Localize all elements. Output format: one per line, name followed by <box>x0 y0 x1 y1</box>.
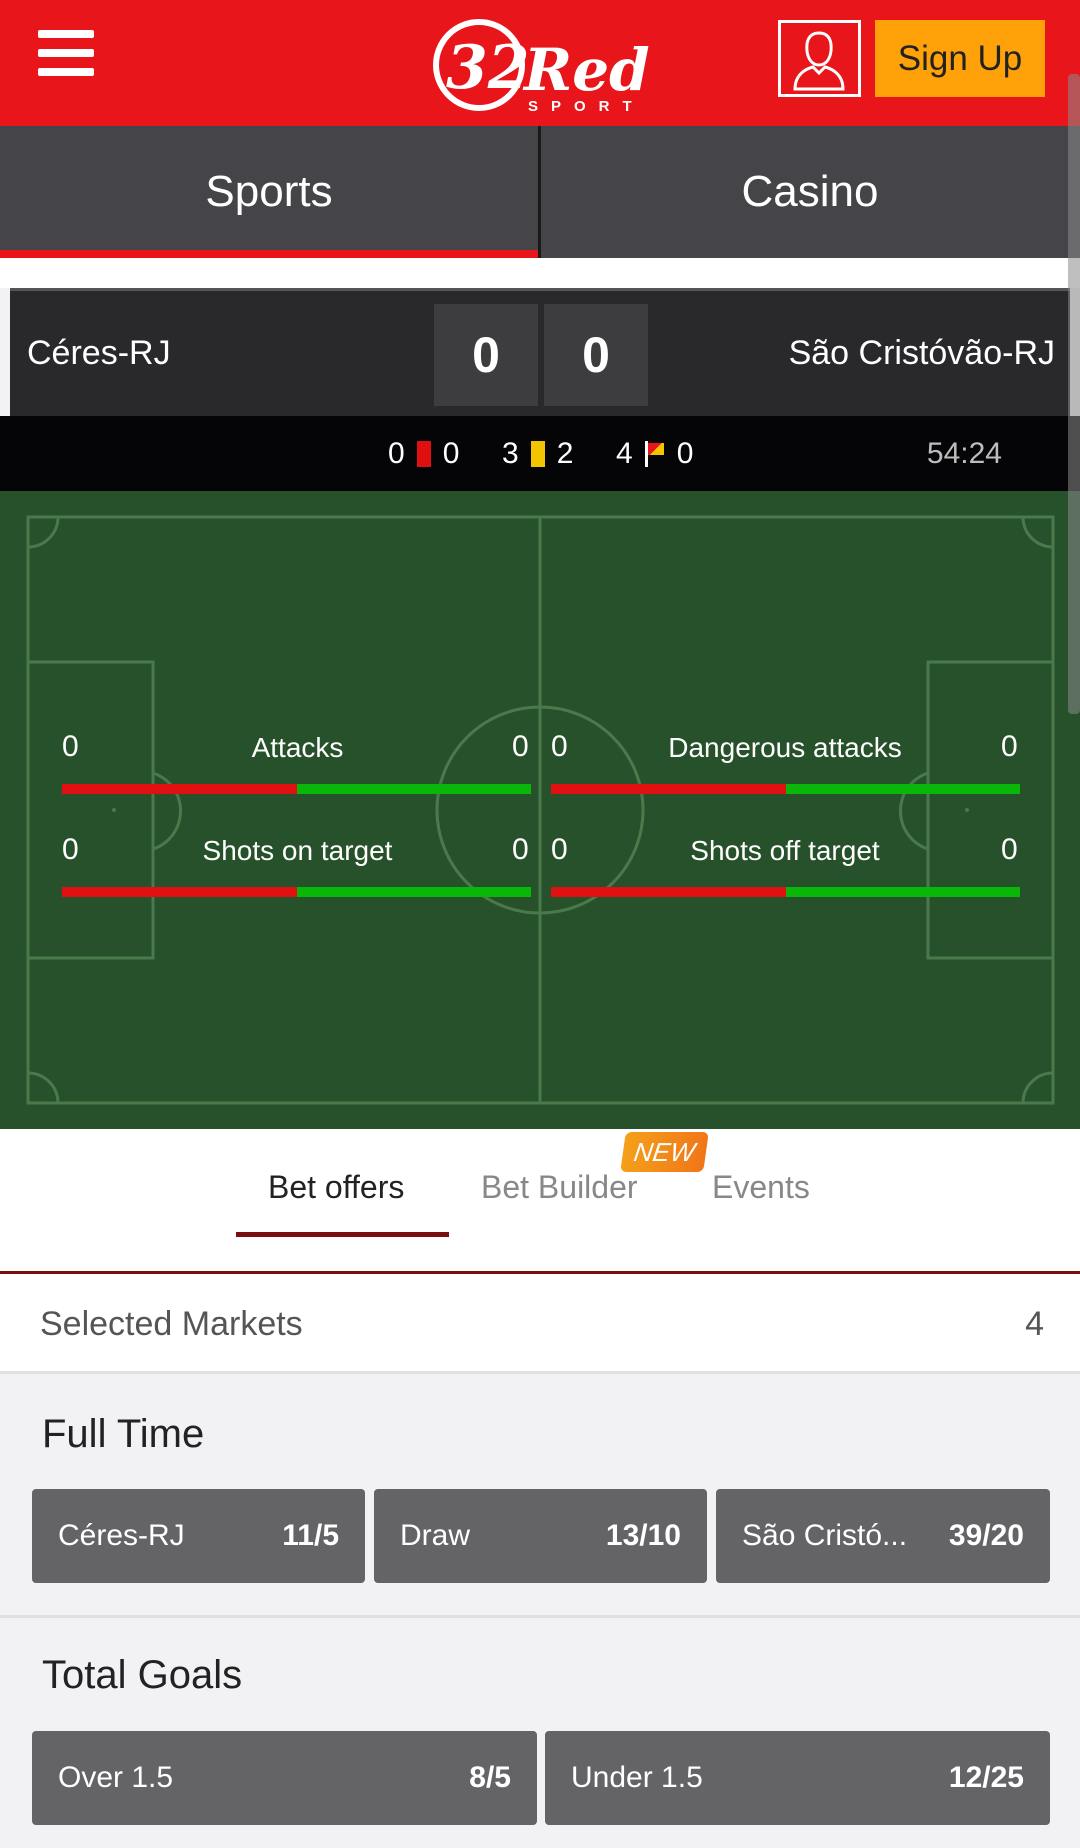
odds-button-home[interactable]: Céres-RJ 11/5 <box>32 1489 365 1583</box>
top-header: 32 Red SPORT Sign Up <box>0 0 1080 126</box>
account-button[interactable] <box>778 20 861 97</box>
corners-stat: 4 0 <box>616 416 693 491</box>
attacks-bar <box>62 784 531 794</box>
svg-text:Red: Red <box>522 36 650 104</box>
market-separator <box>0 1615 1080 1618</box>
shots-on-target-bar-home <box>62 887 297 897</box>
selected-markets-row[interactable]: Selected Markets 4 <box>0 1274 1080 1374</box>
odds-label: Draw <box>400 1519 471 1552</box>
selected-markets-label: Selected Markets <box>40 1304 303 1343</box>
home-yellow-cards: 3 <box>502 436 519 470</box>
home-corners: 4 <box>616 436 633 470</box>
odds-button-away[interactable]: São Cristó... 39/20 <box>716 1489 1050 1583</box>
home-team-name: Céres-RJ <box>27 334 171 372</box>
odds-label: Under 1.5 <box>571 1761 703 1794</box>
away-score: 0 <box>544 304 648 406</box>
attacks-bar-home <box>62 784 297 794</box>
shots-on-target-home: 0 <box>62 833 79 866</box>
tab-bet-builder[interactable]: Bet Builder <box>481 1169 638 1206</box>
shots-off-target-label: Shots off target <box>690 835 880 866</box>
selected-markets-count: 4 <box>1025 1304 1044 1343</box>
match-stats-bar: 0 0 3 2 4 0 54:24 <box>0 416 1080 491</box>
shots-on-target-away: 0 <box>512 833 529 866</box>
new-badge: NEW <box>620 1132 709 1172</box>
full-time-title: Full Time <box>42 1412 205 1456</box>
menu-icon[interactable] <box>38 30 96 76</box>
tab-events[interactable]: Events <box>712 1169 810 1206</box>
shots-off-target-away: 0 <box>1001 833 1018 866</box>
attacks-away: 0 <box>512 730 529 763</box>
shots-off-target-bar <box>551 887 1020 897</box>
odds-button-under[interactable]: Under 1.5 12/25 <box>545 1731 1050 1825</box>
red-card-icon <box>416 440 431 467</box>
dangerous-attacks-label: Dangerous attacks <box>668 732 902 763</box>
logo-subtitle: SPORT <box>528 98 645 115</box>
yellow-card-icon <box>530 440 545 467</box>
odds-price: 13/10 <box>605 1519 681 1552</box>
dangerous-attacks-bar <box>551 784 1020 794</box>
shots-off-target-home: 0 <box>551 833 568 866</box>
pitch-visualization: 0 Attacks 0 0 Dangerous attacks 0 0 Shot… <box>0 491 1080 1129</box>
home-red-cards: 0 <box>388 436 405 470</box>
shots-off-target-bar-home <box>551 887 786 897</box>
attacks-home: 0 <box>62 730 79 763</box>
signup-button[interactable]: Sign Up <box>875 20 1045 97</box>
tab-bet-offers[interactable]: Bet offers <box>268 1169 404 1206</box>
away-red-cards: 0 <box>442 436 460 470</box>
away-yellow-cards: 2 <box>556 436 574 470</box>
corner-flag-icon <box>643 440 667 467</box>
odds-price: 12/25 <box>948 1761 1024 1794</box>
yellow-cards-stat: 3 2 <box>502 416 573 491</box>
svg-text:32: 32 <box>446 33 530 103</box>
match-clock: 54:24 <box>926 436 1002 470</box>
dangerous-attacks-away: 0 <box>1001 730 1018 763</box>
odds-price: 8/5 <box>469 1761 511 1794</box>
dangerous-attacks-home: 0 <box>551 730 568 763</box>
user-icon <box>793 31 845 91</box>
attacks-bar-away <box>296 784 531 794</box>
home-score: 0 <box>434 304 538 406</box>
shots-on-target-bar <box>62 887 531 897</box>
spacer <box>0 258 1080 288</box>
dangerous-attacks-bar-home <box>551 784 786 794</box>
scrollbar[interactable] <box>1068 74 1080 714</box>
odds-button-draw[interactable]: Draw 13/10 <box>374 1489 707 1583</box>
dangerous-attacks-bar-away <box>785 784 1020 794</box>
odds-label: São Cristó... <box>742 1519 908 1552</box>
total-goals-title: Total Goals <box>42 1653 243 1697</box>
main-nav-tabs: Sports Casino <box>0 126 1080 258</box>
tab-casino[interactable]: Casino <box>540 126 1080 258</box>
odds-label: Over 1.5 <box>58 1761 174 1794</box>
shots-on-target-bar-away <box>296 887 531 897</box>
shots-on-target-label: Shots on target <box>202 835 393 866</box>
bet-tabs: Bet offers Bet Builder Events <box>0 1129 1080 1273</box>
away-team-name: São Cristóvão-RJ <box>788 334 1055 372</box>
attacks-label: Attacks <box>251 732 344 763</box>
odds-price: 39/20 <box>948 1519 1024 1552</box>
scoreboard: Céres-RJ 0 0 São Cristóvão-RJ <box>10 288 1070 416</box>
active-tab-indicator <box>236 1232 449 1237</box>
tab-sports[interactable]: Sports <box>0 126 538 258</box>
odds-price: 11/5 <box>282 1519 339 1552</box>
pitch-lines <box>26 515 1055 1105</box>
away-corners: 0 <box>676 436 694 470</box>
odds-button-over[interactable]: Over 1.5 8/5 <box>32 1731 537 1825</box>
odds-label: Céres-RJ <box>58 1519 185 1552</box>
shots-off-target-bar-away <box>785 887 1020 897</box>
red-cards-stat: 0 0 <box>388 416 459 491</box>
